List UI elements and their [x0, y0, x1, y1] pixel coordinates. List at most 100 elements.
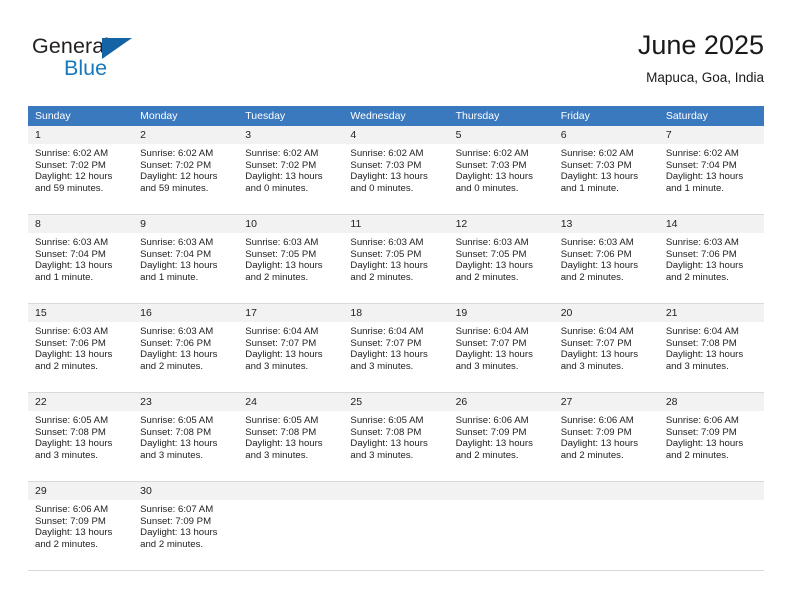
- day-number[interactable]: 1: [28, 126, 133, 144]
- sunrise-text: Sunrise: 6:02 AM: [350, 148, 424, 159]
- sunset-text: Sunset: 7:07 PM: [560, 337, 632, 349]
- day-cell[interactable]: Sunrise: 6:04 AM Sunset: 7:08 PM Dayligh…: [659, 322, 764, 392]
- week-day-numbers: 1 2 3 4 5 6 7: [28, 126, 764, 144]
- daylight-text: Daylight: 13 hours: [245, 260, 323, 272]
- week-day-numbers: 15 16 17 18 19 20 21: [28, 304, 764, 322]
- day-number[interactable]: 5: [449, 126, 554, 144]
- daylight-text-cont: and 2 minutes.: [350, 271, 414, 283]
- day-cell[interactable]: Sunrise: 6:05 AM Sunset: 7:08 PM Dayligh…: [343, 411, 448, 481]
- day-number[interactable]: 26: [449, 393, 554, 411]
- day-number[interactable]: 22: [28, 393, 133, 411]
- weekday-header-row: Sunday Monday Tuesday Wednesday Thursday…: [28, 106, 764, 126]
- day-cell[interactable]: Sunrise: 6:02 AM Sunset: 7:04 PM Dayligh…: [659, 144, 764, 214]
- day-cell[interactable]: Sunrise: 6:03 AM Sunset: 7:05 PM Dayligh…: [238, 233, 343, 303]
- day-cell[interactable]: Sunrise: 6:03 AM Sunset: 7:05 PM Dayligh…: [343, 233, 448, 303]
- daylight-text: Daylight: 13 hours: [140, 349, 218, 361]
- sunset-text: Sunset: 7:08 PM: [245, 426, 317, 438]
- day-number[interactable]: 19: [449, 304, 554, 322]
- day-cell[interactable]: Sunrise: 6:05 AM Sunset: 7:08 PM Dayligh…: [238, 411, 343, 481]
- day-number[interactable]: 25: [343, 393, 448, 411]
- day-cell[interactable]: Sunrise: 6:03 AM Sunset: 7:06 PM Dayligh…: [554, 233, 659, 303]
- day-number[interactable]: 24: [238, 393, 343, 411]
- weekday-header-saturday: Saturday: [665, 110, 708, 122]
- day-cell[interactable]: Sunrise: 6:04 AM Sunset: 7:07 PM Dayligh…: [343, 322, 448, 392]
- day-cell[interactable]: Sunrise: 6:02 AM Sunset: 7:02 PM Dayligh…: [238, 144, 343, 214]
- day-cell[interactable]: Sunrise: 6:05 AM Sunset: 7:08 PM Dayligh…: [28, 411, 133, 481]
- weekday-header-tuesday: Tuesday: [245, 110, 286, 122]
- daylight-text: Daylight: 13 hours: [35, 260, 113, 272]
- daylight-text: Daylight: 13 hours: [455, 260, 533, 272]
- general-blue-logo[interactable]: General Blue: [32, 34, 162, 90]
- day-cell[interactable]: Sunrise: 6:03 AM Sunset: 7:05 PM Dayligh…: [449, 233, 554, 303]
- day-number[interactable]: 11: [343, 215, 448, 233]
- daylight-text: Daylight: 13 hours: [665, 171, 744, 183]
- day-number[interactable]: 18: [343, 304, 448, 322]
- day-cell[interactable]: Sunrise: 6:07 AM Sunset: 7:09 PM Dayligh…: [133, 500, 238, 570]
- day-number[interactable]: 6: [554, 126, 659, 144]
- day-number[interactable]: 15: [28, 304, 133, 322]
- day-number[interactable]: 30: [133, 482, 238, 500]
- day-cell[interactable]: Sunrise: 6:02 AM Sunset: 7:02 PM Dayligh…: [133, 144, 238, 214]
- day-cell[interactable]: Sunrise: 6:03 AM Sunset: 7:04 PM Dayligh…: [28, 233, 133, 303]
- day-cell[interactable]: Sunrise: 6:04 AM Sunset: 7:07 PM Dayligh…: [449, 322, 554, 392]
- sunset-text: Sunset: 7:06 PM: [140, 337, 212, 349]
- day-number[interactable]: 10: [238, 215, 343, 233]
- sunrise-text: Sunrise: 6:03 AM: [665, 237, 739, 248]
- daylight-text: Daylight: 13 hours: [665, 438, 744, 450]
- day-cell[interactable]: Sunrise: 6:02 AM Sunset: 7:03 PM Dayligh…: [449, 144, 554, 214]
- day-cell[interactable]: Sunrise: 6:03 AM Sunset: 7:06 PM Dayligh…: [659, 233, 764, 303]
- day-cell[interactable]: Sunrise: 6:06 AM Sunset: 7:09 PM Dayligh…: [449, 411, 554, 481]
- daylight-text-cont: and 1 minute.: [665, 182, 724, 194]
- daylight-text-cont: and 0 minutes.: [455, 182, 519, 194]
- day-number[interactable]: 14: [659, 215, 764, 233]
- day-cell[interactable]: Sunrise: 6:06 AM Sunset: 7:09 PM Dayligh…: [554, 411, 659, 481]
- day-number[interactable]: 13: [554, 215, 659, 233]
- week-day-details: Sunrise: 6:02 AM Sunset: 7:02 PM Dayligh…: [28, 144, 764, 214]
- day-number[interactable]: 12: [449, 215, 554, 233]
- daylight-text-cont: and 3 minutes.: [560, 360, 624, 372]
- daylight-text: Daylight: 13 hours: [455, 438, 533, 450]
- day-number[interactable]: 16: [133, 304, 238, 322]
- day-number[interactable]: 20: [554, 304, 659, 322]
- page-header: General Blue June 2025 Mapuca, Goa, Indi…: [28, 28, 764, 98]
- daylight-text: Daylight: 12 hours: [140, 171, 218, 183]
- day-number[interactable]: 7: [659, 126, 764, 144]
- day-number[interactable]: 28: [659, 393, 764, 411]
- day-cell-empty: [659, 500, 764, 570]
- sunrise-text: Sunrise: 6:03 AM: [140, 326, 214, 337]
- daylight-text-cont: and 3 minutes.: [35, 449, 98, 461]
- day-cell[interactable]: Sunrise: 6:06 AM Sunset: 7:09 PM Dayligh…: [659, 411, 764, 481]
- day-cell[interactable]: Sunrise: 6:02 AM Sunset: 7:03 PM Dayligh…: [554, 144, 659, 214]
- sunset-text: Sunset: 7:07 PM: [245, 337, 317, 349]
- day-number[interactable]: 2: [133, 126, 238, 144]
- day-number[interactable]: 9: [133, 215, 238, 233]
- weekday-header-friday: Friday: [560, 110, 590, 122]
- sunset-text: Sunset: 7:09 PM: [455, 426, 527, 438]
- day-cell[interactable]: Sunrise: 6:05 AM Sunset: 7:08 PM Dayligh…: [133, 411, 238, 481]
- day-cell[interactable]: Sunrise: 6:02 AM Sunset: 7:03 PM Dayligh…: [343, 144, 448, 214]
- daylight-text-cont: and 2 minutes.: [455, 271, 519, 283]
- weekday-header-thursday: Thursday: [455, 110, 500, 122]
- day-number[interactable]: 29: [28, 482, 133, 500]
- day-cell[interactable]: Sunrise: 6:04 AM Sunset: 7:07 PM Dayligh…: [238, 322, 343, 392]
- daylight-text-cont: and 59 minutes.: [35, 182, 104, 194]
- day-number[interactable]: 8: [28, 215, 133, 233]
- day-cell[interactable]: Sunrise: 6:06 AM Sunset: 7:09 PM Dayligh…: [28, 500, 133, 570]
- day-number[interactable]: 3: [238, 126, 343, 144]
- day-cell[interactable]: Sunrise: 6:02 AM Sunset: 7:02 PM Dayligh…: [28, 144, 133, 214]
- day-number[interactable]: 21: [659, 304, 764, 322]
- sunset-text: Sunset: 7:06 PM: [665, 248, 737, 260]
- day-cell[interactable]: Sunrise: 6:03 AM Sunset: 7:06 PM Dayligh…: [28, 322, 133, 392]
- sunset-text: Sunset: 7:09 PM: [560, 426, 632, 438]
- day-cell[interactable]: Sunrise: 6:04 AM Sunset: 7:07 PM Dayligh…: [554, 322, 659, 392]
- sunset-text: Sunset: 7:03 PM: [455, 159, 527, 171]
- day-cell[interactable]: Sunrise: 6:03 AM Sunset: 7:06 PM Dayligh…: [133, 322, 238, 392]
- sunset-text: Sunset: 7:04 PM: [35, 248, 106, 260]
- day-number[interactable]: 17: [238, 304, 343, 322]
- day-number[interactable]: 23: [133, 393, 238, 411]
- day-number[interactable]: 4: [343, 126, 448, 144]
- day-cell[interactable]: Sunrise: 6:03 AM Sunset: 7:04 PM Dayligh…: [133, 233, 238, 303]
- week-day-details: Sunrise: 6:03 AM Sunset: 7:04 PM Dayligh…: [28, 233, 764, 303]
- sunrise-text: Sunrise: 6:02 AM: [665, 148, 739, 159]
- day-number[interactable]: 27: [554, 393, 659, 411]
